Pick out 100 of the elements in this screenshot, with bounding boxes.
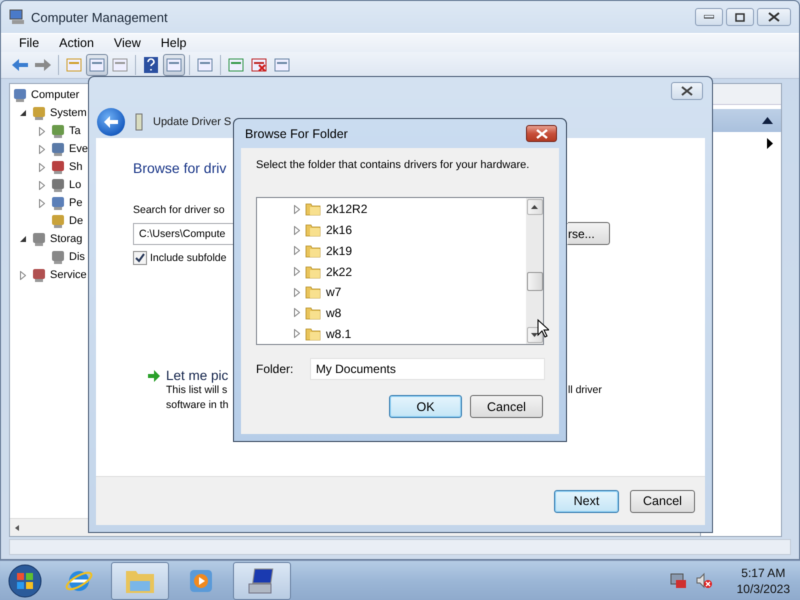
folder-field[interactable]: My Documents — [310, 358, 545, 380]
close-icon — [681, 86, 693, 96]
description-text: ll driver — [568, 383, 602, 398]
network-icon[interactable] — [668, 572, 687, 590]
dialog-button[interactable]: Next — [554, 490, 619, 512]
field-label: Search for driver so — [133, 204, 225, 216]
start-orb-icon — [8, 564, 42, 598]
checkbox[interactable] — [133, 251, 147, 265]
tree-item[interactable]: Sh — [69, 161, 82, 173]
folder-item[interactable]: w8.1 — [326, 326, 352, 341]
collapsed-arrow-icon[interactable] — [294, 226, 300, 235]
back-arrow-icon — [11, 58, 29, 72]
toolbar-icon — [251, 57, 267, 73]
folder-icon — [305, 242, 321, 259]
tree-item[interactable]: Ta — [69, 125, 81, 137]
description-text: software in th — [166, 398, 228, 413]
expanded-arrow-icon[interactable] — [19, 109, 27, 117]
maximize-button[interactable] — [726, 8, 754, 26]
dialog-button[interactable]: Cancel — [470, 395, 543, 418]
collapsed-arrow-icon[interactable] — [294, 308, 300, 318]
tree-item[interactable]: Eve — [69, 143, 88, 155]
description-text: This list will s — [166, 383, 228, 398]
dialog-button[interactable]: Cancel — [630, 490, 695, 512]
node-icon — [50, 249, 66, 265]
close-icon — [536, 128, 548, 138]
menu-item[interactable]: View — [104, 34, 151, 52]
node-icon — [50, 213, 66, 229]
toolbar-icon — [228, 57, 244, 73]
collapsed-arrow-icon[interactable] — [294, 267, 300, 276]
folder-icon — [305, 304, 321, 321]
close-button[interactable] — [671, 82, 703, 100]
computer-icon — [9, 9, 25, 25]
toolbar-icon — [89, 57, 105, 73]
node-icon — [50, 159, 66, 175]
node-icon — [50, 123, 66, 139]
node-icon — [50, 177, 66, 193]
tree-item[interactable]: Storag — [50, 233, 82, 245]
node-icon — [31, 105, 47, 121]
heading: Browse for driv — [133, 160, 226, 176]
toolbar-icon — [274, 57, 290, 73]
collapsed-arrow-icon[interactable] — [294, 204, 300, 214]
tree-item[interactable]: Computer — [31, 89, 80, 101]
close-button[interactable] — [757, 8, 791, 26]
close-icon — [768, 12, 780, 22]
scroll-down-icon — [531, 333, 538, 337]
back-button[interactable] — [97, 108, 125, 136]
collapsed-arrow-icon[interactable] — [20, 270, 26, 280]
folder-icon — [305, 264, 321, 280]
back-arrow-icon — [103, 114, 119, 128]
dialog-title: Update Driver S — [153, 116, 232, 128]
folder-item[interactable]: 2k22 — [326, 264, 352, 279]
node-icon — [50, 141, 66, 157]
help-icon — [144, 57, 158, 73]
menu-item[interactable]: File — [9, 34, 50, 52]
menu-item[interactable]: Help — [150, 34, 196, 52]
minimize-button[interactable] — [695, 8, 723, 26]
folder-item[interactable]: 2k16 — [326, 223, 352, 238]
folder-icon — [305, 201, 321, 218]
field-label: Folder: — [256, 362, 294, 376]
node-icon — [31, 267, 47, 283]
folder-icon — [305, 284, 321, 300]
minimize-icon — [704, 15, 714, 19]
collapsed-arrow-icon[interactable] — [294, 246, 300, 256]
toolbar-icon — [197, 57, 213, 73]
scroll-up-icon — [531, 205, 538, 209]
tree-item[interactable]: Pe — [69, 197, 82, 209]
browse-button[interactable]: rse... — [568, 222, 610, 245]
folder-item[interactable]: 2k12R2 — [326, 202, 368, 216]
expanded-arrow-icon[interactable] — [19, 235, 27, 243]
collapse-arrow-icon[interactable] — [762, 117, 773, 124]
collapsed-arrow-icon[interactable] — [294, 288, 300, 297]
checkbox-label: Include subfolde — [150, 252, 226, 264]
tree-item[interactable]: De — [69, 215, 84, 227]
arrow-icon — [147, 370, 161, 382]
link[interactable]: Let me pic — [166, 368, 228, 383]
toolbar-icon — [112, 57, 128, 73]
restore-icon — [735, 12, 745, 22]
node-icon — [12, 87, 28, 103]
tree-item[interactable]: Service — [50, 269, 87, 281]
folder-item[interactable]: 2k19 — [326, 244, 352, 258]
node-icon — [50, 195, 66, 211]
muted-speaker-icon[interactable] — [694, 572, 713, 590]
device-icon — [134, 112, 144, 130]
tree-item[interactable]: Lo — [69, 179, 82, 191]
scroll-thumb[interactable] — [526, 272, 542, 291]
clock-date[interactable]: 10/3/2023 — [736, 581, 790, 597]
close-button[interactable] — [526, 125, 557, 142]
node-icon — [31, 231, 47, 247]
scrollbar[interactable] — [526, 198, 543, 344]
tree-item[interactable]: Dis — [69, 251, 85, 263]
menu-item[interactable]: Action — [49, 34, 104, 52]
toolbar-icon — [66, 57, 82, 73]
clock-time[interactable]: 5:17 AM — [741, 565, 786, 581]
taskbar-button[interactable] — [233, 562, 291, 600]
folder-item[interactable]: w8 — [326, 306, 342, 320]
submenu-arrow-icon[interactable] — [767, 138, 773, 148]
tree-item[interactable]: System — [50, 107, 87, 119]
dialog-button[interactable]: OK — [389, 395, 462, 418]
collapsed-arrow-icon[interactable] — [294, 329, 300, 338]
folder-item[interactable]: w7 — [326, 285, 342, 300]
